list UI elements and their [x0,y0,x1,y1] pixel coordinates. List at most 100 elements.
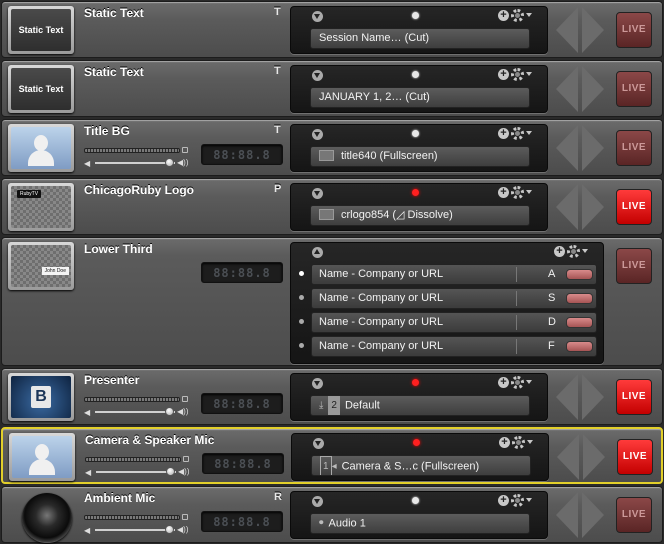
settings-menu-caret-icon[interactable] [582,249,588,253]
next-source-arrow-icon[interactable] [582,184,604,230]
next-source-arrow-icon[interactable] [582,66,604,112]
volume-slider[interactable]: ◀ ◀)) [85,467,191,477]
settings-gear-icon[interactable] [567,245,580,258]
source-label: Camera & S…c (Fullscreen) [341,460,480,473]
entry-trigger-button[interactable] [566,341,593,352]
layer-thumbnail[interactable]: B [8,373,74,421]
add-source-icon[interactable]: + [498,377,509,388]
lower-third-entry[interactable]: Name - Company or URL F [299,336,597,357]
source-selector[interactable]: crlogo854 (◿ Dissolve) [310,205,530,226]
live-button[interactable]: LIVE [616,71,652,107]
entry-text-field[interactable]: Name - Company or URL S [311,288,597,309]
live-button[interactable]: LIVE [616,189,652,225]
settings-gear-icon[interactable] [511,68,524,81]
entry-trigger-button[interactable] [566,317,593,328]
settings-menu-caret-icon[interactable] [527,440,533,444]
volume-slider[interactable]: ◀ ◀)) [84,407,190,417]
settings-gear-icon[interactable] [511,9,524,22]
settings-gear-icon[interactable] [512,436,525,449]
settings-menu-caret-icon[interactable] [526,190,532,194]
add-source-icon[interactable]: + [498,187,509,198]
source-selector[interactable]: ⤓ 2 Default [310,395,530,416]
live-button[interactable]: LIVE [616,248,652,284]
settings-menu-caret-icon[interactable] [526,72,532,76]
settings-gear-icon[interactable] [511,494,524,507]
layer-row[interactable]: Ambient Mic R ◀ ◀)) 88:88.8 + ⏺ Audio 1 LIVE [1,486,663,543]
layer-thumbnail[interactable]: Static Text [8,65,74,113]
volume-high-icon: ◀)) [177,407,189,416]
collapse-toggle-icon[interactable] [313,438,324,449]
layer-thumbnail[interactable]: RubyTV [8,183,74,231]
collapse-toggle-icon[interactable] [312,188,323,199]
add-source-icon[interactable]: + [498,128,509,139]
lower-third-entry[interactable]: Name - Company or URL D [299,312,597,333]
layer-row[interactable]: B Presenter ◀ ◀)) 88:88.8 + ⤓ 2 Default LIVE [1,368,663,425]
elapsed-timer: 88:88.8 [202,453,284,474]
live-button[interactable]: LIVE [616,12,652,48]
previous-source-arrow-icon[interactable] [556,7,578,53]
volume-slider[interactable]: ◀ ◀)) [84,525,190,535]
source-selector[interactable]: title640 (Fullscreen) [310,146,530,167]
source-selector[interactable]: JANUARY 1, 2… (Cut) [310,87,530,108]
collapse-toggle-icon[interactable] [312,247,323,258]
live-button[interactable]: LIVE [616,497,652,533]
add-source-icon[interactable]: + [554,246,565,257]
collapse-toggle-icon[interactable] [312,378,323,389]
next-source-arrow-icon[interactable] [582,7,604,53]
settings-gear-icon[interactable] [511,376,524,389]
live-button[interactable]: LIVE [616,130,652,166]
lower-third-entry[interactable]: Name - Company or URL S [299,288,597,309]
previous-source-arrow-icon[interactable] [556,184,578,230]
add-source-icon[interactable]: + [498,495,509,506]
previous-source-arrow-icon[interactable] [556,492,578,538]
collapse-toggle-icon[interactable] [312,496,323,507]
source-selector[interactable]: ⏺ Audio 1 [310,513,530,534]
previous-source-arrow-icon[interactable] [556,66,578,112]
settings-gear-icon[interactable] [511,127,524,140]
next-source-arrow-icon[interactable] [582,374,604,420]
entry-text-field[interactable]: Name - Company or URL A [311,264,597,285]
entry-trigger-button[interactable] [566,293,593,304]
source-selector[interactable]: Session Name… (Cut) [310,28,530,49]
entry-text-field[interactable]: Name - Company or URL D [311,312,597,333]
layer-thumbnail[interactable] [9,433,75,481]
collapse-toggle-icon[interactable] [312,70,323,81]
collapse-toggle-icon[interactable] [312,129,323,140]
source-selector[interactable]: 1 ◂ Camera & S…c (Fullscreen) [311,455,531,476]
entry-text-field[interactable]: Name - Company or URL F [311,336,597,357]
settings-menu-caret-icon[interactable] [526,380,532,384]
volume-slider[interactable]: ◀ ◀)) [84,158,190,168]
live-button[interactable]: LIVE [616,379,652,415]
live-button[interactable]: LIVE [617,439,653,475]
lower-third-entry[interactable]: Name - Company or URL A [299,264,597,285]
settings-menu-caret-icon[interactable] [526,131,532,135]
previous-source-arrow-icon[interactable] [556,125,578,171]
previous-source-arrow-icon[interactable] [557,434,579,480]
add-source-icon[interactable]: + [499,437,510,448]
volume-knob[interactable] [164,525,174,534]
layer-thumbnail[interactable] [8,124,74,172]
next-source-arrow-icon[interactable] [582,125,604,171]
add-source-icon[interactable]: + [498,10,509,21]
layer-row-lower-third[interactable]: John Doe Lower Third 88:88.8 + Name - Compan… [1,237,663,366]
volume-knob[interactable] [164,407,174,416]
layer-row[interactable]: RubyTV ChicagoRuby Logo P + crlogo854 (◿ Dis… [1,178,663,235]
layer-row[interactable]: Static Text Static Text T + Session Name… (C… [1,1,663,58]
volume-knob[interactable] [164,158,174,167]
layer-thumbnail[interactable]: John Doe [8,242,74,290]
layer-row[interactable]: Static Text Static Text T + JANUARY 1, 2… (C… [1,60,663,117]
settings-gear-icon[interactable] [511,186,524,199]
layer-row[interactable]: Title BG T ◀ ◀)) 88:88.8 + title640 (Fullscree… [1,119,663,176]
collapse-toggle-icon[interactable] [312,11,323,22]
entry-trigger-button[interactable] [566,269,593,280]
volume-knob[interactable] [165,467,175,476]
next-source-arrow-icon[interactable] [583,434,605,480]
add-source-icon[interactable]: + [498,69,509,80]
layer-thumbnail[interactable] [8,491,74,543]
next-source-arrow-icon[interactable] [582,492,604,538]
settings-menu-caret-icon[interactable] [526,13,532,17]
settings-menu-caret-icon[interactable] [526,498,532,502]
previous-source-arrow-icon[interactable] [556,374,578,420]
layer-row[interactable]: Camera & Speaker Mic ◀ ◀)) 88:88.8 +1 ◂ Camera… [1,427,663,484]
layer-thumbnail[interactable]: Static Text [8,6,74,54]
